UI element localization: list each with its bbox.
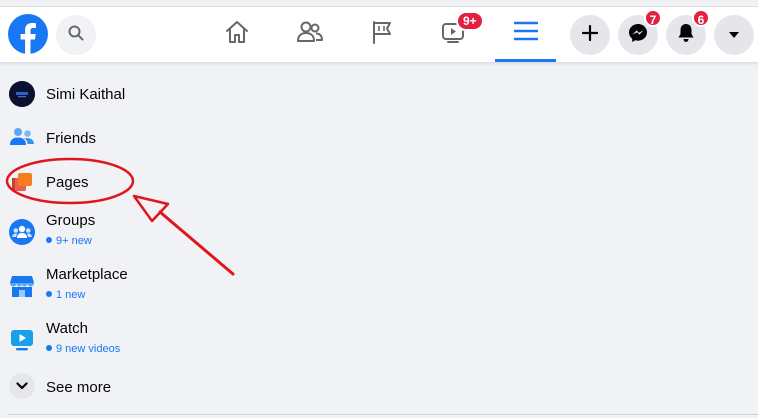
menu-item-marketplace[interactable]: Marketplace 1 new (0, 264, 300, 304)
tab-home[interactable] (207, 7, 267, 62)
notifications-badge: 6 (692, 9, 710, 27)
tab-menu[interactable] (495, 7, 556, 62)
friends-icon (296, 19, 324, 50)
bell-icon (677, 23, 695, 48)
messenger-icon (628, 23, 648, 48)
new-dot (46, 291, 52, 297)
menu-item-groups[interactable]: Groups 9+ new (0, 210, 300, 250)
tab-friends[interactable] (280, 7, 340, 62)
account-button[interactable] (714, 15, 754, 55)
watch-new-count: 9 new videos (56, 343, 121, 355)
marketplace-icon (9, 273, 35, 299)
marketplace-new-count: 1 new (56, 289, 86, 301)
see-more-label: See more (46, 379, 112, 396)
menu-item-friends[interactable]: Friends (0, 124, 300, 154)
avatar (9, 81, 35, 107)
tab-pages[interactable] (352, 7, 412, 62)
menu-item-subtext: 1 new (46, 289, 85, 301)
plus-icon (581, 24, 599, 46)
home-icon (224, 19, 250, 50)
facebook-logo[interactable] (8, 14, 48, 54)
create-button[interactable] (570, 15, 610, 55)
menu-item-label: Watch (46, 320, 88, 337)
profile-name: Simi Kaithal (46, 86, 126, 103)
caret-down-icon (728, 26, 740, 44)
menu-icon (513, 20, 538, 47)
new-dot (46, 237, 52, 243)
menu-item-profile[interactable]: Simi Kaithal (0, 80, 300, 110)
new-dot (46, 345, 52, 351)
chevron-down-icon (9, 373, 35, 399)
pages-icon (9, 169, 35, 195)
menu-item-label: Friends (46, 130, 97, 147)
groups-icon (9, 219, 35, 245)
notifications-button[interactable]: 6 (666, 9, 710, 55)
menu-item-label: Groups (46, 212, 96, 229)
messenger-badge: 7 (644, 9, 662, 27)
menu-item-watch[interactable]: Watch 9 new videos (0, 318, 300, 358)
search-button[interactable] (56, 15, 96, 55)
groups-new-count: 9+ new (56, 235, 92, 247)
divider (8, 414, 758, 415)
tab-watch[interactable]: 9+ (423, 7, 484, 62)
menu-item-subtext: 9+ new (46, 235, 92, 247)
top-navigation-bar: 9+ 7 6 (0, 7, 758, 63)
menu-item-label: Marketplace (46, 266, 128, 283)
browser-top-strip (0, 0, 758, 7)
watch-badge: 9+ (456, 11, 484, 31)
friends-icon (9, 125, 35, 151)
menu-item-pages[interactable]: Pages (0, 168, 300, 198)
menu-item-subtext: 9 new videos (46, 343, 120, 355)
watch-icon (9, 327, 35, 353)
messenger-button[interactable]: 7 (618, 9, 662, 55)
see-more-button[interactable]: See more (0, 372, 300, 402)
flag-icon (369, 19, 395, 50)
menu-item-label: Pages (46, 174, 89, 191)
search-icon (68, 25, 84, 46)
